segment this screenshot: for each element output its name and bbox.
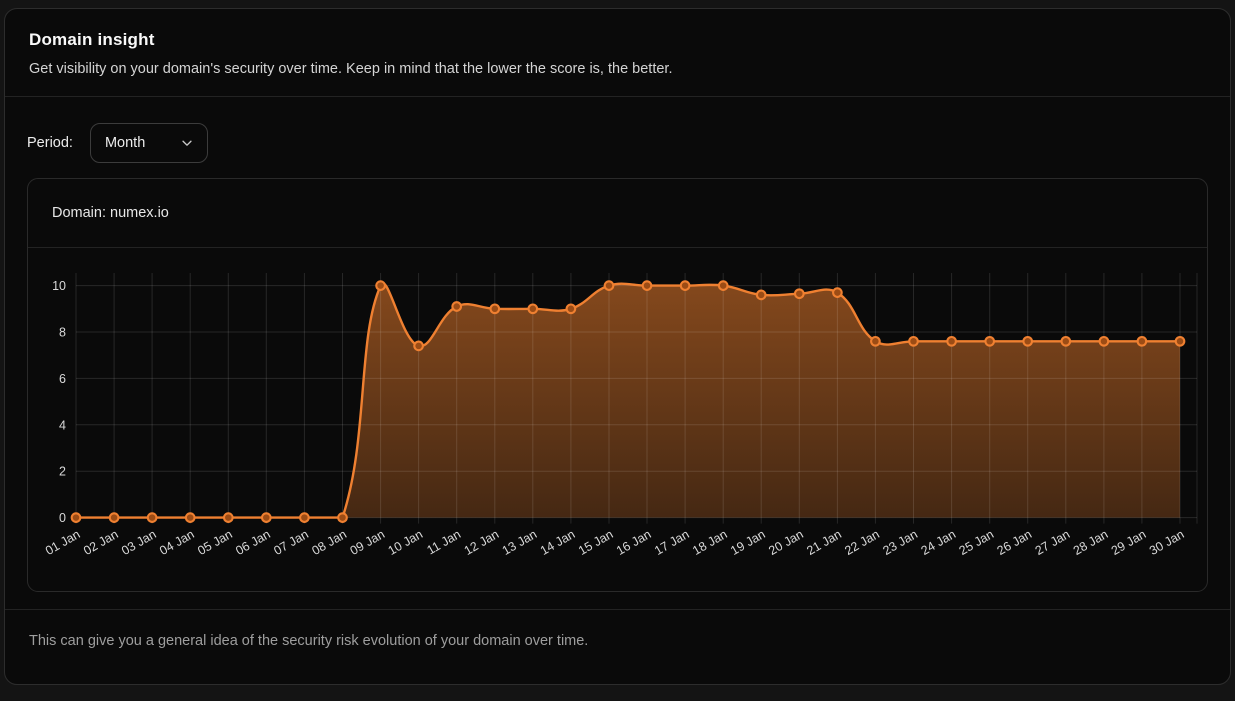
- svg-text:09 Jan: 09 Jan: [348, 527, 388, 558]
- svg-text:21 Jan: 21 Jan: [804, 527, 844, 558]
- svg-text:02 Jan: 02 Jan: [81, 527, 121, 558]
- data-point[interactable]: [110, 513, 119, 522]
- page-title: Domain insight: [29, 30, 1206, 50]
- svg-text:17 Jan: 17 Jan: [652, 527, 692, 558]
- panel-body: Period: Month Domain: numex.io 0 2 4 6 8 10 01…: [5, 123, 1230, 592]
- chart-title: Domain: numex.io: [52, 205, 169, 221]
- svg-text:2: 2: [59, 465, 66, 479]
- data-point[interactable]: [985, 337, 994, 346]
- svg-text:04 Jan: 04 Jan: [157, 527, 197, 558]
- data-point[interactable]: [1176, 337, 1185, 346]
- data-point[interactable]: [452, 302, 461, 311]
- svg-text:4: 4: [59, 418, 66, 432]
- data-point[interactable]: [414, 342, 423, 351]
- data-point[interactable]: [643, 281, 652, 290]
- period-label: Period:: [27, 135, 73, 151]
- svg-text:20 Jan: 20 Jan: [766, 527, 806, 558]
- data-point[interactable]: [833, 288, 842, 297]
- data-point[interactable]: [376, 281, 385, 290]
- chart-card: Domain: numex.io 0 2 4 6 8 10 01 Jan02 Jan03 J…: [27, 178, 1208, 592]
- svg-text:29 Jan: 29 Jan: [1109, 527, 1149, 558]
- data-point[interactable]: [605, 281, 614, 290]
- period-select-value: Month: [105, 135, 145, 151]
- data-point[interactable]: [947, 337, 956, 346]
- svg-text:07 Jan: 07 Jan: [271, 527, 311, 558]
- data-point[interactable]: [338, 513, 347, 522]
- svg-text:18 Jan: 18 Jan: [690, 527, 730, 558]
- panel-header: Domain insight Get visibility on your do…: [5, 9, 1230, 97]
- svg-text:27 Jan: 27 Jan: [1033, 527, 1073, 558]
- security-score-chart[interactable]: 0 2 4 6 8 10 01 Jan02 Jan03 Jan04 Jan05 Jan06 …: [28, 248, 1207, 591]
- svg-text:01 Jan: 01 Jan: [43, 527, 83, 558]
- svg-text:16 Jan: 16 Jan: [614, 527, 654, 558]
- svg-text:14 Jan: 14 Jan: [538, 527, 578, 558]
- svg-text:11 Jan: 11 Jan: [424, 527, 463, 557]
- svg-text:6: 6: [59, 372, 66, 386]
- data-point[interactable]: [909, 337, 918, 346]
- chevron-down-icon: [180, 136, 194, 150]
- svg-text:19 Jan: 19 Jan: [728, 527, 768, 558]
- data-point[interactable]: [719, 281, 728, 290]
- data-point[interactable]: [300, 513, 309, 522]
- svg-text:10: 10: [52, 279, 66, 293]
- data-point[interactable]: [1100, 337, 1109, 346]
- domain-insight-panel: Domain insight Get visibility on your do…: [4, 8, 1231, 685]
- data-point[interactable]: [529, 305, 538, 314]
- svg-text:28 Jan: 28 Jan: [1071, 527, 1111, 558]
- data-point[interactable]: [224, 513, 233, 522]
- svg-text:06 Jan: 06 Jan: [233, 527, 273, 558]
- panel-footer: This can give you a general idea of the …: [5, 609, 1230, 672]
- svg-text:0: 0: [59, 511, 66, 525]
- svg-text:15 Jan: 15 Jan: [576, 527, 616, 558]
- period-select[interactable]: Month: [90, 123, 208, 163]
- data-point[interactable]: [871, 337, 880, 346]
- chart-area-fill: [76, 283, 1180, 517]
- svg-text:23 Jan: 23 Jan: [880, 527, 920, 558]
- x-axis-labels: 01 Jan02 Jan03 Jan04 Jan05 Jan06 Jan07 J…: [43, 527, 1187, 558]
- data-point[interactable]: [757, 291, 766, 300]
- data-point[interactable]: [72, 513, 81, 522]
- data-point[interactable]: [681, 281, 690, 290]
- data-point[interactable]: [1138, 337, 1147, 346]
- chart-card-header: Domain: numex.io: [28, 179, 1207, 248]
- data-point[interactable]: [262, 513, 271, 522]
- svg-text:30 Jan: 30 Jan: [1147, 527, 1187, 558]
- svg-text:25 Jan: 25 Jan: [957, 527, 997, 558]
- data-point[interactable]: [795, 289, 804, 298]
- svg-text:03 Jan: 03 Jan: [119, 527, 159, 558]
- svg-text:10 Jan: 10 Jan: [386, 527, 426, 558]
- svg-text:08 Jan: 08 Jan: [309, 527, 349, 558]
- svg-text:22 Jan: 22 Jan: [842, 527, 882, 558]
- svg-text:24 Jan: 24 Jan: [919, 527, 959, 558]
- svg-text:8: 8: [59, 326, 66, 340]
- y-axis-labels: 0 2 4 6 8 10: [52, 279, 66, 525]
- data-point[interactable]: [491, 305, 500, 314]
- data-point[interactable]: [148, 513, 157, 522]
- svg-text:26 Jan: 26 Jan: [995, 527, 1035, 558]
- data-point[interactable]: [186, 513, 195, 522]
- period-row: Period: Month: [27, 123, 1208, 163]
- data-point[interactable]: [567, 305, 576, 314]
- svg-text:12 Jan: 12 Jan: [462, 527, 502, 558]
- svg-text:13 Jan: 13 Jan: [500, 527, 540, 558]
- footer-note: This can give you a general idea of the …: [29, 633, 1206, 649]
- page-description: Get visibility on your domain's security…: [29, 61, 1206, 77]
- data-point[interactable]: [1023, 337, 1032, 346]
- svg-text:05 Jan: 05 Jan: [195, 527, 235, 558]
- chart-area: 0 2 4 6 8 10 01 Jan02 Jan03 Jan04 Jan05 Jan06 …: [28, 248, 1207, 591]
- data-point[interactable]: [1062, 337, 1071, 346]
